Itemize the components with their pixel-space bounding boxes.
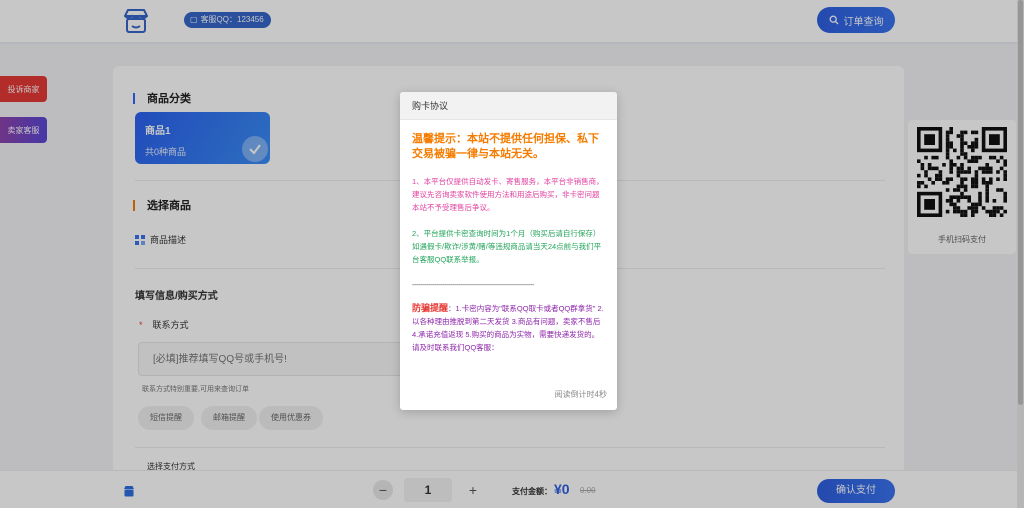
read-countdown: 阅读倒计时4秒 bbox=[554, 390, 607, 399]
modal-body: 温馨提示：本站不提供任何担保、私下交易被骗一律与本站无关。 1、本平台仅提供自动… bbox=[400, 120, 617, 354]
agreement-paragraph-2: 2、平台提供卡密查询时间为1个月（购买后请自行保存）如遇假卡/欺诈/涉黄/赌/等… bbox=[412, 229, 602, 264]
fraud-warning-paragraph: 防骗提醒：1.卡密内容为"联系QQ取卡或者QQ群拿货" 2.以各种理由推脱到第二… bbox=[412, 302, 605, 354]
card-purchase-agreement-modal: 购卡协议 温馨提示：本站不提供任何担保、私下交易被骗一律与本站无关。 1、本平台… bbox=[400, 92, 617, 410]
fraud-label: 防骗提醒 bbox=[412, 303, 449, 313]
dashed-separator: ----------------------------------------… bbox=[412, 280, 534, 289]
agreement-paragraph-1: 1、本平台仅提供自动发卡、寄售服务，本平台非销售商，建议先咨询卖家软件使用方法和… bbox=[412, 177, 604, 212]
warning-text: 温馨提示：本站不提供任何担保、私下交易被骗一律与本站无关。 bbox=[412, 133, 599, 160]
modal-title: 购卡协议 bbox=[400, 92, 617, 120]
